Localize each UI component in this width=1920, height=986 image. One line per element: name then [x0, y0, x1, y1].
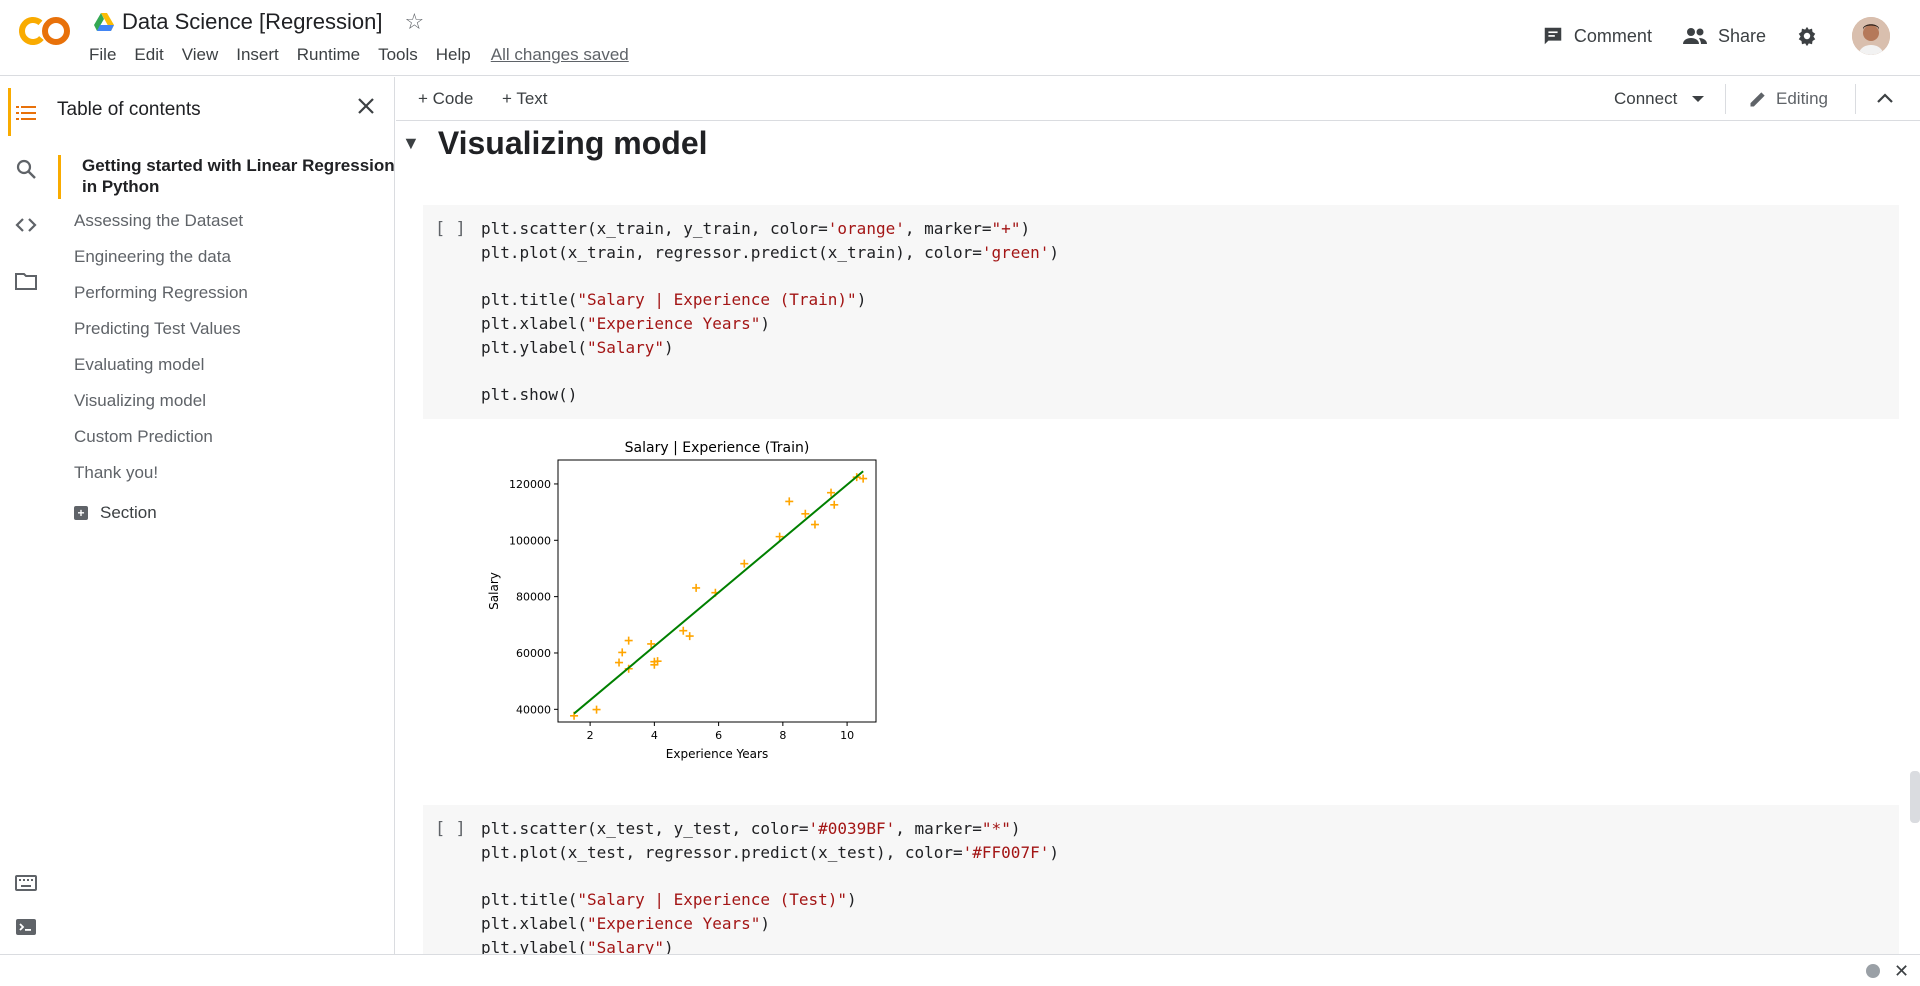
- x-tick-label: 8: [779, 729, 786, 742]
- code-line: plt.ylabel("Salary"): [481, 338, 674, 357]
- code-editor[interactable]: plt.scatter(x_test, y_test, color='#0039…: [481, 817, 1059, 960]
- comment-icon: [1544, 27, 1562, 45]
- save-status[interactable]: All changes saved: [491, 45, 629, 65]
- menu-edit[interactable]: Edit: [134, 45, 163, 65]
- section-label: Section: [100, 503, 157, 522]
- left-rail: [0, 77, 50, 954]
- chart-title: Salary | Experience (Train): [625, 440, 810, 456]
- people-icon: [1682, 28, 1707, 44]
- close-icon[interactable]: [354, 94, 378, 118]
- toolbar-divider-2: [1855, 84, 1856, 114]
- code-line: plt.xlabel("Experience Years"): [481, 914, 770, 933]
- folder-icon[interactable]: [14, 269, 38, 293]
- add-code-button[interactable]: + Code: [418, 89, 473, 109]
- menu-help[interactable]: Help: [436, 45, 471, 65]
- y-tick-label: 60000: [516, 647, 551, 660]
- google-drive-icon[interactable]: [94, 13, 114, 31]
- x-tick-label: 2: [587, 729, 594, 742]
- collapse-chevron-icon[interactable]: [1876, 91, 1894, 105]
- toc-icon[interactable]: [14, 101, 38, 125]
- code-line: plt.show(): [481, 385, 578, 404]
- x-tick-label: 10: [840, 729, 854, 742]
- close-icon[interactable]: ✕: [1894, 961, 1909, 982]
- toc-item-engineering[interactable]: Engineering the data: [50, 239, 395, 275]
- keyboard-icon[interactable]: [14, 871, 38, 895]
- top-bar: Data Science [Regression] ☆ File Edit Vi…: [0, 0, 1920, 76]
- share-label: Share: [1717, 25, 1766, 46]
- code-editor[interactable]: plt.scatter(x_train, y_train, color='ora…: [481, 217, 1059, 407]
- toc-item-predicting[interactable]: Predicting Test Values: [50, 311, 395, 347]
- terminal-icon[interactable]: [14, 915, 38, 939]
- y-tick-label: 80000: [516, 591, 551, 604]
- add-section-button[interactable]: + Section: [50, 503, 395, 523]
- user-photo: [1852, 17, 1890, 55]
- gear-icon[interactable]: [1796, 25, 1818, 47]
- x-axis-label: Experience Years: [666, 747, 768, 761]
- y-axis-label: Salary: [487, 572, 501, 610]
- editing-label: Editing: [1776, 89, 1828, 108]
- toc-title: Table of contents: [57, 99, 201, 120]
- collapse-triangle-icon[interactable]: ▼: [402, 133, 420, 154]
- code-snippets-icon[interactable]: [14, 213, 38, 237]
- run-cell-button[interactable]: [ ]: [435, 219, 466, 239]
- menu-bar: File Edit View Insert Runtime Tools Help…: [89, 45, 647, 65]
- pencil-icon: [1750, 92, 1765, 107]
- vertical-scrollbar[interactable]: [1910, 771, 1920, 823]
- code-line: plt.xlabel("Experience Years"): [481, 314, 770, 333]
- status-dot-icon: [1866, 964, 1880, 978]
- plus-box-icon: +: [74, 506, 88, 520]
- toc-item-thank-you[interactable]: Thank you!: [50, 455, 395, 491]
- code-line: plt.title("Salary | Experience (Test)"): [481, 890, 857, 909]
- menu-view[interactable]: View: [182, 45, 219, 65]
- dropdown-arrow-icon: [1692, 96, 1705, 102]
- scatter-plot-output: Salary | Experience (Train) Experience Ye…: [487, 440, 877, 761]
- star-icon[interactable]: ☆: [404, 9, 424, 35]
- code-cell-2[interactable]: [ ] plt.scatter(x_test, y_test, color='#…: [423, 805, 1899, 965]
- table-of-contents-panel: Table of contents Getting started with L…: [50, 77, 395, 954]
- status-bar: ✕: [0, 954, 1920, 986]
- toc-item-custom-prediction[interactable]: Custom Prediction: [50, 419, 395, 455]
- editing-button[interactable]: Editing: [1748, 89, 1828, 109]
- menu-tools[interactable]: Tools: [378, 45, 418, 65]
- toc-item-evaluating[interactable]: Evaluating model: [50, 347, 395, 383]
- comment-label: Comment: [1573, 25, 1652, 46]
- x-tick-label: 6: [715, 729, 722, 742]
- toc-item-assessing[interactable]: Assessing the Dataset: [50, 203, 395, 239]
- add-text-button[interactable]: + Text: [502, 89, 548, 109]
- colab-logo[interactable]: [17, 13, 73, 49]
- menu-runtime[interactable]: Runtime: [297, 45, 360, 65]
- run-cell-button[interactable]: [ ]: [435, 819, 466, 839]
- notebook-title[interactable]: Data Science [Regression]: [122, 9, 382, 35]
- connect-label: Connect: [1614, 89, 1678, 108]
- toolbar-divider: [1725, 84, 1726, 114]
- code-line: plt.plot(x_test, regressor.predict(x_tes…: [481, 843, 1059, 862]
- search-icon[interactable]: [14, 157, 38, 181]
- notebook-area: + Code + Text Connect Editing ▼ Visualiz…: [396, 77, 1920, 965]
- code-line: plt.title("Salary | Experience (Train)"): [481, 290, 867, 309]
- toc-item-visualizing[interactable]: Visualizing model: [50, 383, 395, 419]
- rail-active-indicator: [8, 88, 11, 136]
- notebook-toolbar: + Code + Text Connect Editing: [396, 77, 1920, 121]
- toc-item-getting-started[interactable]: Getting started with Linear Regression i…: [58, 155, 395, 199]
- avatar[interactable]: [1852, 17, 1890, 55]
- code-line: plt.scatter(x_train, y_train, color='ora…: [481, 219, 1031, 238]
- code-cell-1[interactable]: [ ] plt.scatter(x_train, y_train, color=…: [423, 205, 1899, 419]
- menu-file[interactable]: File: [89, 45, 116, 65]
- comment-button[interactable]: Comment: [1542, 25, 1652, 47]
- code-line: plt.plot(x_train, regressor.predict(x_tr…: [481, 243, 1059, 262]
- y-tick-label: 120000: [509, 478, 551, 491]
- y-tick-label: 40000: [516, 703, 551, 716]
- y-tick-label: 100000: [509, 534, 551, 547]
- x-tick-label: 4: [651, 729, 658, 742]
- code-line: plt.scatter(x_test, y_test, color='#0039…: [481, 819, 1021, 838]
- menu-insert[interactable]: Insert: [236, 45, 279, 65]
- section-heading: ▼ Visualizing model: [402, 125, 708, 162]
- heading-text: Visualizing model: [437, 125, 708, 161]
- connect-button[interactable]: Connect: [1614, 89, 1705, 109]
- toc-item-regression[interactable]: Performing Regression: [50, 275, 395, 311]
- share-button[interactable]: Share: [1682, 25, 1766, 47]
